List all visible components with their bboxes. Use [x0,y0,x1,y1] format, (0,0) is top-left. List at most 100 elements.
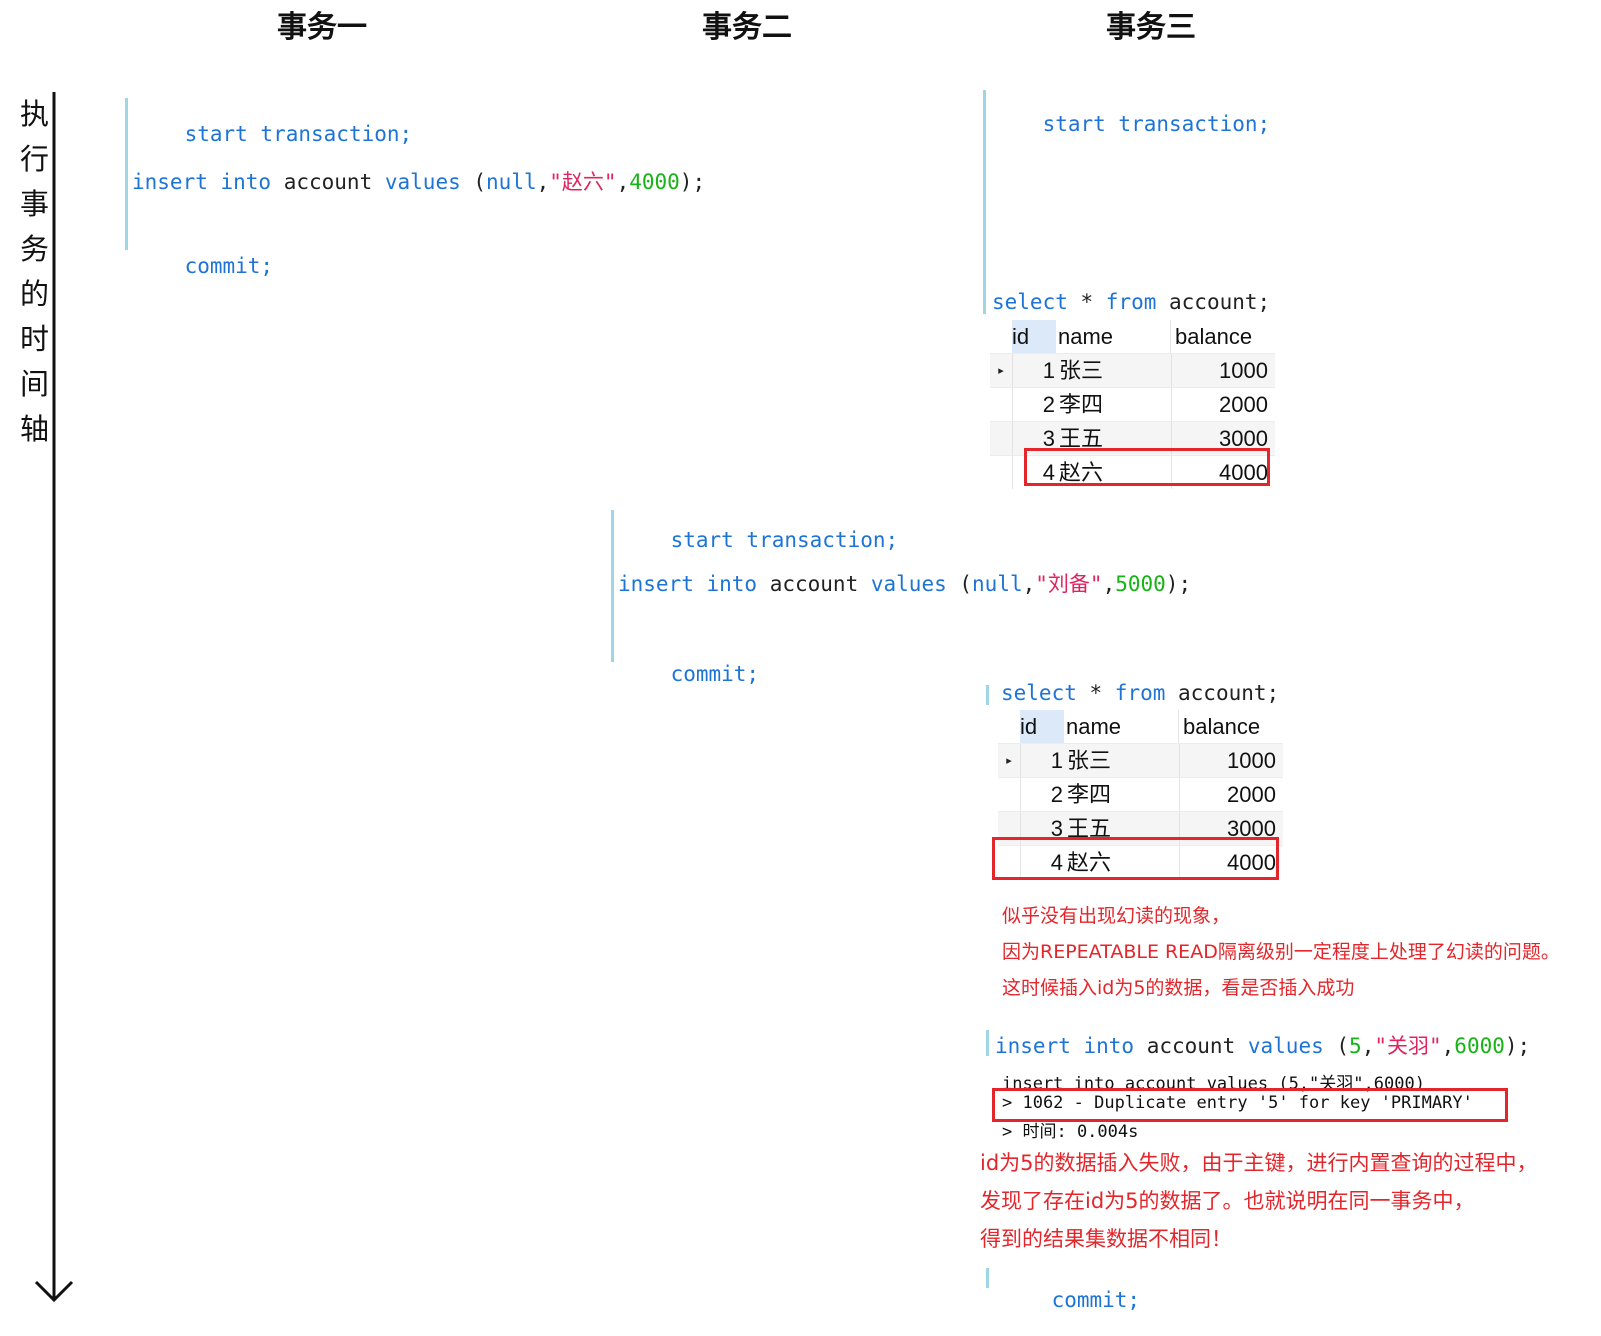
timeline-label-char: 的 [20,277,50,311]
table-gutter [990,388,1013,421]
code-table-name: account; [1156,290,1271,314]
note-line: 这时候插入id为5的数据，看是否插入成功 [1002,977,1355,999]
column-title-tx2: 事务二 [702,10,792,45]
cell-name: 张三 [1065,744,1180,777]
tx3-insert-line: insert into account values (5,"关羽",6000)… [995,1030,1530,1060]
table-row[interactable]: ▸ 1 张三 1000 [998,743,1283,777]
tx3-code-block-c: insert into account values (5,"关羽",6000)… [986,1030,1555,1058]
timeline-label-char: 事 [20,187,50,221]
header-name: name [1056,320,1171,353]
code-number: 5 [1349,1034,1362,1058]
cell-balance: 1000 [1227,748,1276,773]
cell-id: 2 [1042,391,1055,417]
tx1-commit-text: commit; [184,254,274,278]
header-balance: balance [1175,324,1253,349]
cell-balance: 2000 [1219,392,1268,417]
table-header-row: id name balance [990,320,1275,353]
note-line: 因为REPEATABLE READ隔离级别一定程度上处理了幻读的问题。 [1002,941,1560,963]
code-keyword: null [486,170,537,194]
header-id: id [1012,320,1056,353]
code-number: 4000 [629,170,680,194]
row-pointer-icon: ▸ [998,744,1021,777]
header-id: id [1020,710,1064,743]
code-string: "刘备" [1035,572,1103,596]
tx2-code-block: start transaction; insert into account v… [611,510,1220,686]
code-punct: ( [946,572,973,596]
code-punct: , [1022,572,1036,596]
timeline-axis [34,92,74,1303]
code-punct: ); [1504,1034,1531,1058]
tx2-commit-line: commit; [620,638,760,710]
table-header-row: id name balance [998,710,1283,743]
cell-id: 1 [1050,747,1063,773]
code-punct: , [536,170,550,194]
tx1-code-block: start transaction; insert into account v… [125,98,734,278]
cell-id: 2 [1050,781,1063,807]
code-keyword: values [1247,1034,1324,1058]
table-gutter [998,778,1021,811]
note-line: 得到的结果集数据不相同！ [980,1227,1232,1251]
tx2-commit-text: commit; [670,662,760,686]
code-punct: ); [679,170,706,194]
row-pointer-icon: ▸ [990,354,1013,387]
annotation-note-2: id为5的数据插入失败，由于主键，进行内置查询的过程中， 发现了存在id为5的数… [980,1144,1538,1258]
tx3-select-line-2: select * from account; [1001,681,1279,705]
table-gutter [998,710,1020,743]
code-keyword: values [384,170,461,194]
timeline-label-char: 执 [20,97,50,131]
code-punct: , [1361,1034,1375,1058]
tx3-code-block-a: start transaction; select * from account… [983,90,1292,314]
timeline-label: 执 行 事 务 的 时 间 轴 [20,92,50,452]
tx3-start-text: start transaction; [1042,112,1271,136]
tx3-code-block-b: select * from account; [986,681,1295,705]
table-gutter [990,422,1013,455]
code-table-name: account [757,572,871,596]
code-number: 5000 [1115,572,1166,596]
note-line: 似乎没有出现幻读的现象， [1002,905,1231,927]
table-row[interactable]: 2 李四 2000 [998,777,1283,811]
code-number: 6000 [1454,1034,1505,1058]
tx3-start-line: start transaction; [992,88,1271,160]
code-table-name: account [1134,1034,1248,1058]
code-keyword: insert into [618,572,758,596]
cell-name: 李四 [1065,778,1180,811]
tx1-commit-line: commit; [134,230,274,302]
code-punct: ( [1323,1034,1350,1058]
timeline-label-char: 务 [20,232,50,266]
cell-balance: 2000 [1227,782,1276,807]
highlight-box-row4-a [1024,448,1270,486]
code-string: "赵六" [549,170,617,194]
table-gutter [990,320,1012,353]
code-punct: * [1067,290,1106,314]
tx3-commit-line: commit; [1001,1264,1141,1336]
header-balance: balance [1183,714,1261,739]
note-line: 发现了存在id为5的数据了。也就说明在同一事务中， [980,1189,1475,1213]
note-line: id为5的数据插入失败，由于主键，进行内置查询的过程中， [980,1151,1538,1175]
cell-name: 张三 [1057,354,1172,387]
timeline-label-char: 轴 [20,412,50,446]
column-title-tx3: 事务三 [1106,10,1196,45]
tx2-insert-line: insert into account values (null,"刘备",50… [618,568,1191,598]
code-keyword: select [1001,681,1077,705]
code-punct: * [1076,681,1115,705]
code-punct: ); [1165,572,1192,596]
code-string: "关羽" [1374,1034,1442,1058]
code-keyword: insert into [995,1034,1135,1058]
table-row[interactable]: ▸ 1 张三 1000 [990,353,1275,387]
highlight-box-error [992,1088,1508,1122]
code-keyword: values [870,572,947,596]
annotation-note-1: 似乎没有出现幻读的现象， 因为REPEATABLE READ隔离级别一定程度上处… [1002,898,1560,1006]
tx1-start-text: start transaction; [184,122,413,146]
highlight-box-row4-b [992,837,1279,880]
tx2-start-text: start transaction; [670,528,899,552]
code-keyword: from [1114,681,1166,705]
code-table-name: account; [1165,681,1280,705]
code-punct: , [616,170,630,194]
cell-id: 1 [1042,357,1055,383]
table-row[interactable]: 2 李四 2000 [990,387,1275,421]
cell-name: 李四 [1057,388,1172,421]
tx1-start-line: start transaction; [134,98,413,170]
code-keyword: insert into [132,170,272,194]
cell-balance: 1000 [1219,358,1268,383]
code-punct: ( [460,170,487,194]
